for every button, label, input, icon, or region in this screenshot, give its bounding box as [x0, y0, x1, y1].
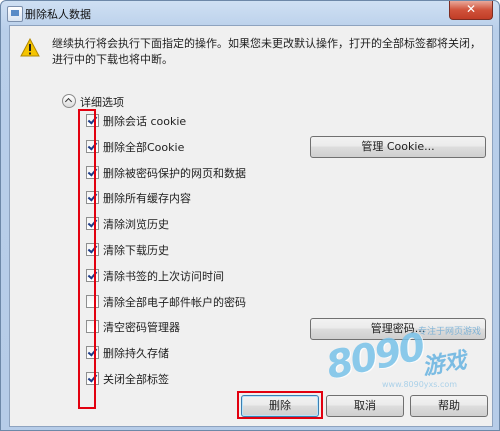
option-label[interactable]: 清除书签的上次访问时间 [103, 268, 224, 284]
close-button[interactable]: ✕ [449, 1, 493, 20]
cancel-button[interactable]: 取消 [326, 395, 404, 417]
option-label[interactable]: 清空密码管理器 [103, 319, 180, 335]
warning-message: 继续执行将会执行下面指定的操作。如果您未更改默认操作，打开的全部标签都将关闭，进… [52, 37, 481, 66]
option-label[interactable]: 删除持久存储 [103, 345, 169, 361]
option-label[interactable]: 清除下载历史 [103, 242, 169, 258]
manage-cookie-button[interactable]: 管理 Cookie... [310, 136, 486, 158]
option-label[interactable]: 删除所有缓存内容 [103, 190, 191, 206]
help-button[interactable]: 帮助 [410, 395, 488, 417]
option-label[interactable]: 清除浏览历史 [103, 216, 169, 232]
checkbox-highlight-box [78, 109, 96, 409]
watermark-mark: 游戏 [420, 348, 469, 381]
option-label[interactable]: 清除全部电子邮件帐户的密码 [103, 294, 246, 310]
chevron-up-icon[interactable] [62, 94, 76, 108]
title-bar[interactable]: 删除私人数据 ✕ [1, 1, 499, 25]
option-label[interactable]: 删除被密码保护的网页和数据 [103, 165, 246, 181]
app-icon [7, 6, 23, 22]
delete-highlight-box [237, 391, 323, 419]
dialog-window: 删除私人数据 ✕ 继续执行将会执行下面指定的操作。如果您未更改默认操作，打开的全… [0, 0, 500, 431]
details-label: 详细选项 [80, 96, 124, 109]
option-label[interactable]: 删除会话 cookie [103, 113, 186, 129]
option-label[interactable]: 关闭全部标签 [103, 371, 169, 387]
watermark-tagline: 专注于网页游戏 [418, 327, 482, 337]
watermark-number: 8090 [322, 324, 428, 388]
watermark-logo: 8090 专注于网页游戏 游戏 www.8090yxs.com [322, 320, 492, 402]
warning-icon [20, 38, 40, 57]
option-label[interactable]: 删除全部Cookie [103, 139, 184, 155]
watermark-url: www.8090yxs.com [382, 380, 458, 389]
window-title: 删除私人数据 [25, 8, 91, 21]
dialog-content: 继续执行将会执行下面指定的操作。如果您未更改默认操作，打开的全部标签都将关闭，进… [9, 25, 493, 427]
